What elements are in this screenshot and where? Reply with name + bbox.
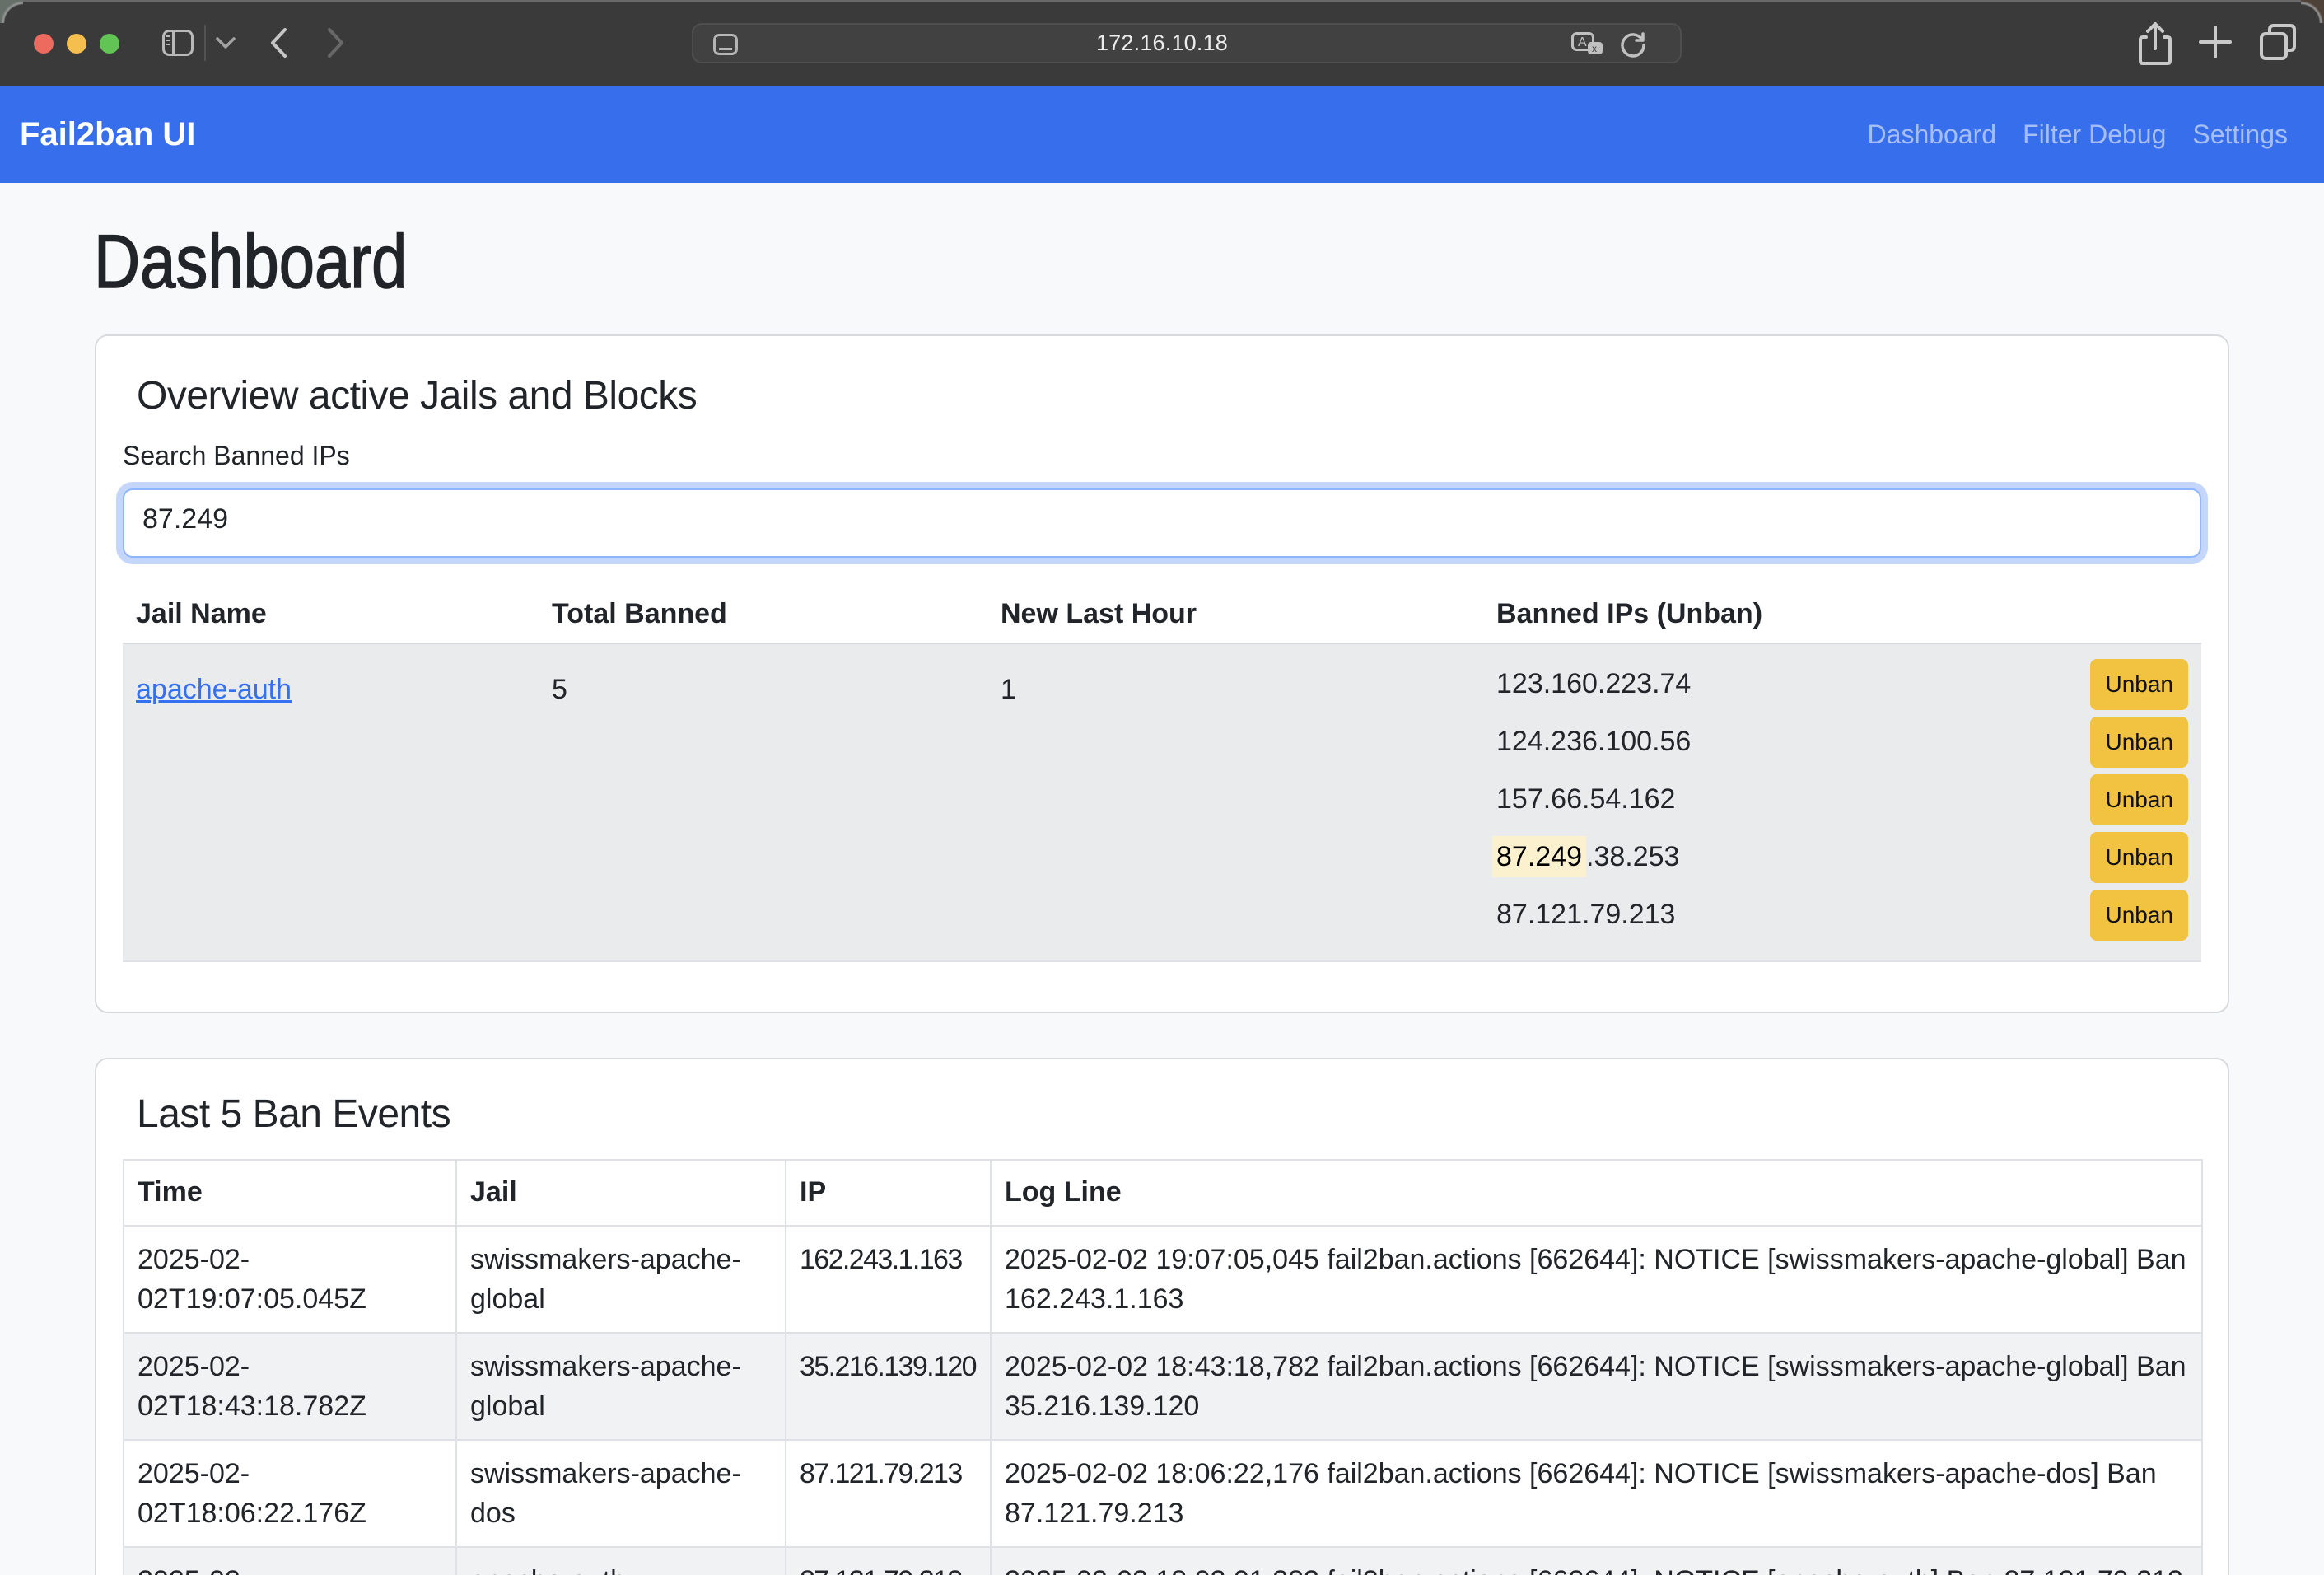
svg-text:x: x <box>1592 43 1597 54</box>
svg-text:A: A <box>1578 35 1587 49</box>
